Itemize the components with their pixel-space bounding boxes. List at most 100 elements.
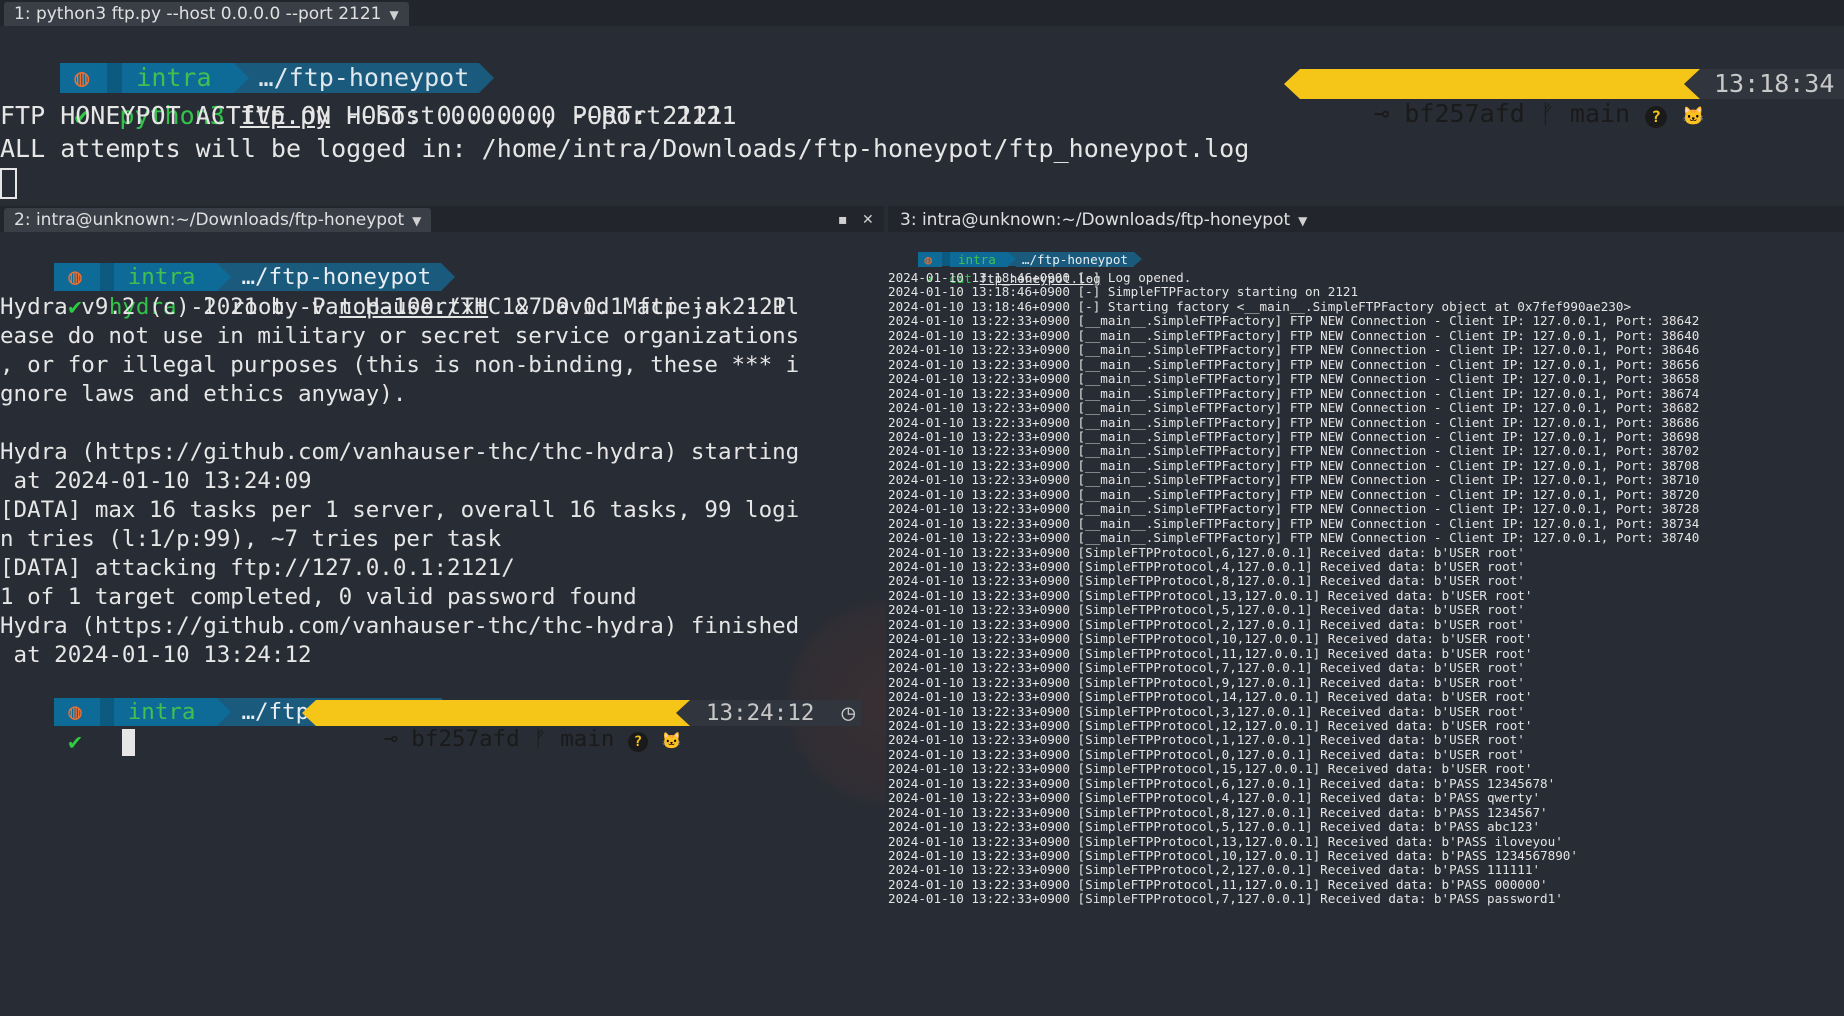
log-line: 2024-01-10 13:22:33+0900 [SimpleFTPProto… bbox=[888, 862, 1541, 878]
tab-pane1[interactable]: 1: python3 ftp.py --host 0.0.0.0 --port … bbox=[4, 2, 409, 26]
tab-title: 3: intra@unknown:~/Downloads/ftp-honeypo… bbox=[900, 210, 1291, 230]
git-status: ⊸ bf257afd ᚠ main ? 🐱 bbox=[316, 700, 692, 752]
pane1[interactable]: ◍ intra …/ftp-honeypot ✔ python3 ftp.py --… bbox=[0, 28, 1844, 206]
log-line: 2024-01-10 13:22:33+0900 [__main__.Simpl… bbox=[888, 371, 1700, 387]
check-icon: ✔ bbox=[68, 729, 82, 755]
question-icon: ? bbox=[1645, 106, 1668, 128]
output-line: FTP HONEYPOT ACTIVE ON HOST: 0.0.0.0, PO… bbox=[0, 101, 723, 130]
github-cat-icon: 🐱 bbox=[1682, 106, 1705, 127]
log-line: 2024-01-10 13:22:33+0900 [SimpleFTPProto… bbox=[888, 616, 1525, 632]
log-line: 2024-01-10 13:22:33+0900 [__main__.Simpl… bbox=[888, 530, 1700, 546]
log-line: 2024-01-10 13:18:46+0900 [-] Log opened. bbox=[888, 270, 1192, 285]
log-line: 2024-01-10 13:22:33+0900 [SimpleFTPProto… bbox=[888, 703, 1525, 719]
output-line: at 2024-01-10 13:24:09 bbox=[0, 468, 312, 494]
log-line: 2024-01-10 13:22:33+0900 [SimpleFTPProto… bbox=[888, 645, 1533, 661]
git-branch: main bbox=[1569, 99, 1631, 128]
log-line: 2024-01-10 13:22:33+0900 [SimpleFTPProto… bbox=[888, 631, 1533, 647]
log-line: 2024-01-10 13:22:33+0900 [__main__.Simpl… bbox=[888, 428, 1700, 444]
git-status: ⊸ bf257afd ᚠ main ? 🐱 bbox=[1300, 69, 1717, 128]
log-line: 2024-01-10 13:22:33+0900 [__main__.Simpl… bbox=[888, 457, 1700, 473]
output-line: ALL attempts will be logged in: /home/in… bbox=[0, 134, 1250, 163]
time-segment-start bbox=[1684, 69, 1700, 99]
log-line: 2024-01-10 13:22:33+0900 [__main__.Simpl… bbox=[888, 342, 1700, 358]
log-line: 2024-01-10 13:22:33+0900 [SimpleFTPProto… bbox=[888, 746, 1525, 762]
log-line: 2024-01-10 13:22:33+0900 [SimpleFTPProto… bbox=[888, 689, 1533, 705]
prompt-time-value: 13:24:12 bbox=[706, 700, 815, 726]
clock-icon: ◷ bbox=[841, 700, 856, 726]
prompt-powerline: ◍intra…/ftp-honeypot bbox=[0, 670, 456, 726]
log-line: 2024-01-10 13:22:33+0900 [__main__.Simpl… bbox=[888, 400, 1700, 416]
terminal-cursor bbox=[0, 167, 17, 199]
pane2[interactable]: ◍ intra …/ftp-honeypot ✔ hydra -l root -P … bbox=[0, 233, 886, 1016]
time-segment-start bbox=[676, 700, 690, 726]
log-line: 2024-01-10 13:22:33+0900 [SimpleFTPProto… bbox=[888, 819, 1541, 835]
prompt-time: 13:18:34 bbox=[1700, 69, 1844, 99]
git-segment-start bbox=[302, 700, 316, 726]
tab-pane3[interactable]: 3: intra@unknown:~/Downloads/ftp-honeypo… bbox=[890, 208, 1317, 232]
output-line: gnore laws and ethics anyway). bbox=[0, 381, 407, 407]
output-line: Hydra (https://github.com/vanhauser-thc/… bbox=[0, 613, 800, 639]
log-line: 2024-01-10 13:22:33+0900 [SimpleFTPProto… bbox=[888, 761, 1533, 777]
git-segment-start bbox=[1284, 69, 1300, 99]
cursor-line bbox=[0, 165, 17, 199]
output-line: , or for illegal purposes (this is non-b… bbox=[0, 352, 800, 378]
git-commit-icon: ⊸ bbox=[384, 726, 398, 752]
output-line: 1 of 1 target completed, 0 valid passwor… bbox=[0, 584, 637, 610]
log-line: 2024-01-10 13:22:33+0900 [SimpleFTPProto… bbox=[888, 573, 1525, 589]
maximize-icon[interactable]: ▪ bbox=[838, 208, 848, 232]
log-line: 2024-01-10 13:22:33+0900 [__main__.Simpl… bbox=[888, 414, 1700, 430]
log-line: 2024-01-10 13:22:33+0900 [__main__.Simpl… bbox=[888, 313, 1700, 329]
git-branch-icon: ᚠ bbox=[1539, 99, 1555, 128]
tab-pane2[interactable]: 2: intra@unknown:~/Downloads/ftp-honeypo… bbox=[4, 208, 432, 232]
terminal-cursor bbox=[122, 729, 136, 756]
output-line: n tries (l:1/p:99), ~7 tries per task bbox=[0, 526, 502, 552]
segment-end bbox=[1134, 252, 1143, 266]
chevron-down-icon[interactable]: ▼ bbox=[389, 8, 398, 22]
git-branch: main bbox=[560, 726, 615, 752]
prompt-powerline: ◍intra…/ftp-honeypot bbox=[888, 237, 1143, 267]
github-cat-icon: 🐱 bbox=[661, 731, 682, 750]
log-line: 2024-01-10 13:18:46+0900 [-] SimpleFTPFa… bbox=[888, 284, 1359, 300]
pane1-tabbar: 1: python3 ftp.py --host 0.0.0.0 --port … bbox=[0, 0, 1844, 26]
log-line: 2024-01-10 13:22:33+0900 [__main__.Simpl… bbox=[888, 501, 1700, 517]
git-hash: bf257afd bbox=[411, 726, 520, 752]
output-line: ease do not use in military or secret se… bbox=[0, 323, 800, 349]
command-line: ✔ python3 ftp.py --host 0.0.0.0 --port 2… bbox=[0, 66, 736, 130]
prompt-time: 13:24:12 ◷ bbox=[690, 700, 862, 726]
log-line: 2024-01-10 13:22:33+0900 [SimpleFTPProto… bbox=[888, 559, 1525, 574]
log-line: 2024-01-10 13:22:33+0900 [__main__.Simpl… bbox=[888, 515, 1700, 531]
question-icon: ? bbox=[628, 732, 648, 752]
log-line: 2024-01-10 13:22:33+0900 [SimpleFTPProto… bbox=[888, 587, 1533, 603]
log-line: 2024-01-10 13:22:33+0900 [SimpleFTPProto… bbox=[888, 833, 1563, 849]
output-line: [DATA] max 16 tasks per 1 server, overal… bbox=[0, 497, 800, 523]
output-line: Hydra v9.2 (c) 2021 by van Hauser/THC & … bbox=[0, 294, 800, 320]
log-line: 2024-01-10 13:22:33+0900 [__main__.Simpl… bbox=[888, 472, 1700, 488]
log-line: 2024-01-10 13:22:33+0900 [SimpleFTPProto… bbox=[888, 804, 1548, 820]
chevron-down-icon[interactable]: ▼ bbox=[412, 214, 421, 228]
log-line: 2024-01-10 13:22:33+0900 [SimpleFTPProto… bbox=[888, 602, 1525, 618]
pane3[interactable]: ◍ intra …/ftp-honeypot ✔ cat ftp_honeypot.… bbox=[888, 233, 1844, 1016]
log-line: 2024-01-10 13:22:33+0900 [SimpleFTPProto… bbox=[888, 717, 1533, 733]
log-line: 2024-01-10 13:22:33+0900 [SimpleFTPProto… bbox=[888, 775, 1556, 791]
tab-title: 2: intra@unknown:~/Downloads/ftp-honeypo… bbox=[14, 210, 405, 230]
log-line: 2024-01-10 13:22:33+0900 [SimpleFTPProto… bbox=[888, 732, 1525, 748]
log-line: 2024-01-10 13:22:33+0900 [SimpleFTPProto… bbox=[888, 848, 1578, 863]
segment-separator bbox=[217, 698, 232, 726]
output-line: Hydra (https://github.com/vanhauser-thc/… bbox=[0, 439, 800, 465]
prompt-powerline: ◍intra…/ftp-honeypot bbox=[0, 33, 495, 93]
tab-title: 1: python3 ftp.py --host 0.0.0.0 --port … bbox=[14, 4, 382, 24]
log-line: 2024-01-10 13:22:33+0900 [SimpleFTPProto… bbox=[888, 790, 1541, 806]
log-line: 2024-01-10 13:22:33+0900 [__main__.Simpl… bbox=[888, 486, 1700, 502]
log-line: 2024-01-10 13:22:33+0900 [__main__.Simpl… bbox=[888, 327, 1700, 343]
output-line: at 2024-01-10 13:24:12 bbox=[0, 642, 312, 668]
log-line: 2024-01-10 13:22:33+0900 [__main__.Simpl… bbox=[888, 385, 1700, 401]
log-line: 2024-01-10 13:22:33+0900 [__main__.Simpl… bbox=[888, 356, 1700, 372]
log-line: 2024-01-10 13:22:33+0900 [__main__.Simpl… bbox=[888, 443, 1700, 459]
command-line: ✔ bbox=[0, 699, 136, 786]
git-commit-icon: ⊸ bbox=[1374, 99, 1390, 128]
git-branch-icon: ᚠ bbox=[533, 726, 547, 752]
pane3-tabbar: 3: intra@unknown:~/Downloads/ftp-honeypo… bbox=[888, 206, 1844, 232]
chevron-down-icon[interactable]: ▼ bbox=[1298, 214, 1307, 228]
close-icon[interactable]: ✕ bbox=[862, 208, 874, 232]
git-hash: bf257afd bbox=[1404, 99, 1525, 128]
